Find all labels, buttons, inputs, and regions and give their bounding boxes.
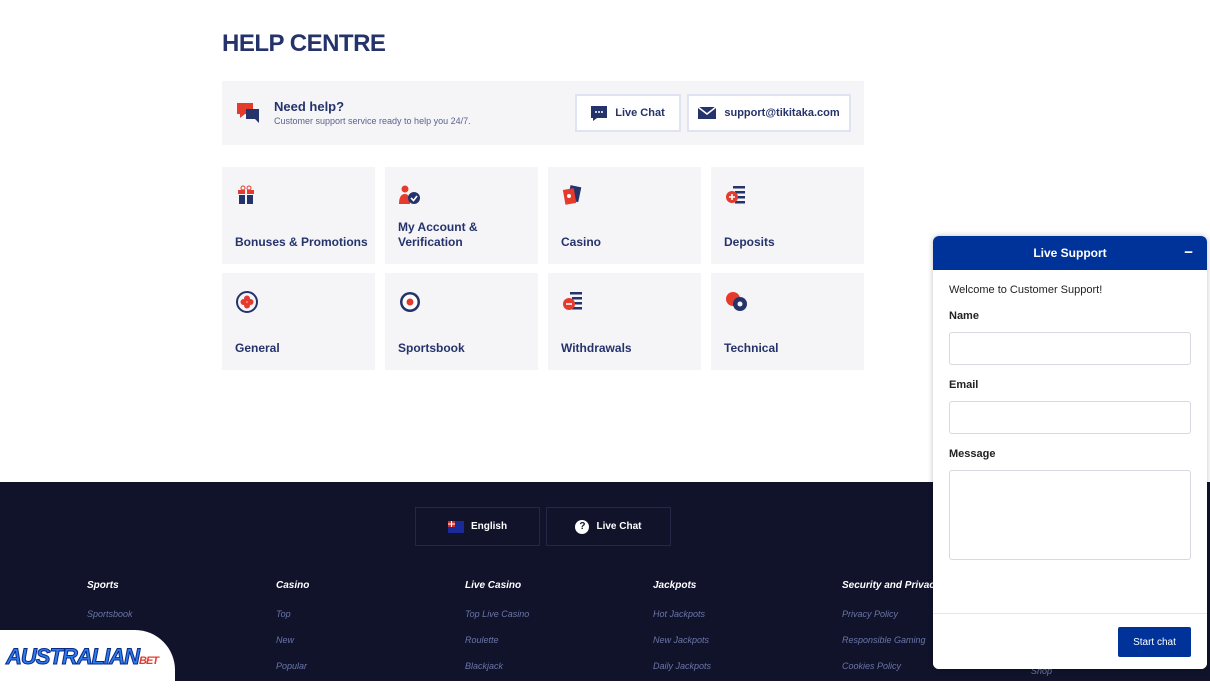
help-subtext: Customer support service ready to help y… [274,116,471,126]
footer-column-jackpots: Jackpots Hot Jackpots New Jackpots Daily Ja… [653,580,711,687]
footer-link[interactable]: Roulette [465,635,529,645]
widget-title: Live Support [1033,246,1107,260]
category-label: Bonuses & Promotions [235,235,368,249]
help-heading: Need help? [274,99,345,114]
category-label: My Account & Verification [398,220,478,249]
live-support-widget: Live Support − Welcome to Customer Suppo… [933,236,1207,669]
footer-live-chat-button[interactable]: ? Live Chat [546,507,671,546]
footer-link[interactable]: Cookies Policy [842,661,940,671]
footer-link[interactable]: Privacy Policy [842,609,940,619]
footer-link[interactable]: Top Live Casino [465,609,529,619]
category-bonuses[interactable]: Bonuses & Promotions [222,167,375,264]
category-label: Technical [724,341,779,355]
footer-link[interactable]: New [276,635,309,645]
help-bar: Need help? Customer support service read… [222,81,864,145]
footer-link[interactable]: Sportsbook [87,609,133,619]
logo-text: AUSTRALIANBET [6,644,160,670]
name-input[interactable] [949,332,1191,365]
name-label: Name [949,310,979,322]
page-title: HELP CENTRE [222,30,386,57]
footer-link[interactable]: New Jackpots [653,635,711,645]
help-icon: ? [575,519,590,534]
footer-column-extra: Shop [1031,666,1052,692]
gear-icon [726,292,747,311]
category-label: General [235,341,280,355]
message-input[interactable] [949,470,1191,560]
category-withdrawals[interactable]: Withdrawals [548,273,701,370]
start-chat-button[interactable]: Start chat [1118,627,1191,657]
deposit-icon [726,186,745,204]
column-title: Sports [87,580,119,591]
withdraw-icon [563,292,582,310]
minimize-icon[interactable]: − [1184,244,1193,261]
logo[interactable]: AUSTRALIANBET [0,630,175,681]
category-technical[interactable]: Technical [711,273,864,370]
footer-column-security: Security and Privacy Privacy Policy Respon… [842,580,940,687]
language-button[interactable]: English [415,507,540,546]
live-chat-label: Live Chat [615,107,665,119]
clover-icon [236,291,258,313]
cards-icon [562,185,582,205]
category-label: Deposits [724,235,775,249]
column-title: Jackpots [653,580,697,591]
column-title: Live Casino [465,580,522,591]
category-deposits[interactable]: Deposits [711,167,864,264]
footer-link[interactable]: Daily Jackpots [653,661,711,671]
category-grid: Bonuses & Promotions My Account & Verifi… [222,167,864,370]
footer-column-live-casino: Live Casino Top Live Casino Roulette Blackj… [465,580,529,687]
email-support-button[interactable]: support@tikitaka.com [687,94,851,132]
column-title: Security and Privacy [842,580,941,591]
footer-link[interactable]: Blackjack [465,661,529,671]
footer-link[interactable]: Popular [276,661,309,671]
email-label: Email [949,379,979,391]
category-account[interactable]: My Account & Verification [385,167,538,264]
widget-header: Live Support − [933,236,1207,270]
category-sportsbook[interactable]: Sportsbook [385,273,538,370]
email-input[interactable] [949,401,1191,434]
user-check-icon [399,185,420,204]
category-label: Casino [561,235,602,249]
category-casino[interactable]: Casino [548,167,701,264]
live-chat-button[interactable]: Live Chat [575,94,681,132]
message-label: Message [949,448,996,460]
category-label: Sportsbook [398,341,465,355]
column-title: Casino [276,580,310,591]
language-label: English [470,521,508,532]
footer-live-chat-label: Live Chat [596,521,642,532]
category-label: Withdrawals [561,341,632,355]
australia-flag-icon [447,520,464,533]
widget-footer: Start chat [933,613,1207,669]
category-general[interactable]: General [222,273,375,370]
email-label: support@tikitaka.com [724,107,840,119]
envelope-icon [698,107,717,119]
footer-link[interactable]: Responsible Gaming [842,635,940,645]
welcome-text: Welcome to Customer Support! [949,284,1103,296]
gift-icon [238,185,254,204]
chat-icon [591,105,608,121]
footer-column-sports: Sports Sportsbook [87,580,133,635]
chat-bubbles-icon [237,103,259,123]
footer-column-casino: Casino Top New Popular [276,580,309,687]
footer-link[interactable]: Hot Jackpots [653,609,711,619]
football-icon [400,292,420,312]
footer-link[interactable]: Top [276,609,309,619]
